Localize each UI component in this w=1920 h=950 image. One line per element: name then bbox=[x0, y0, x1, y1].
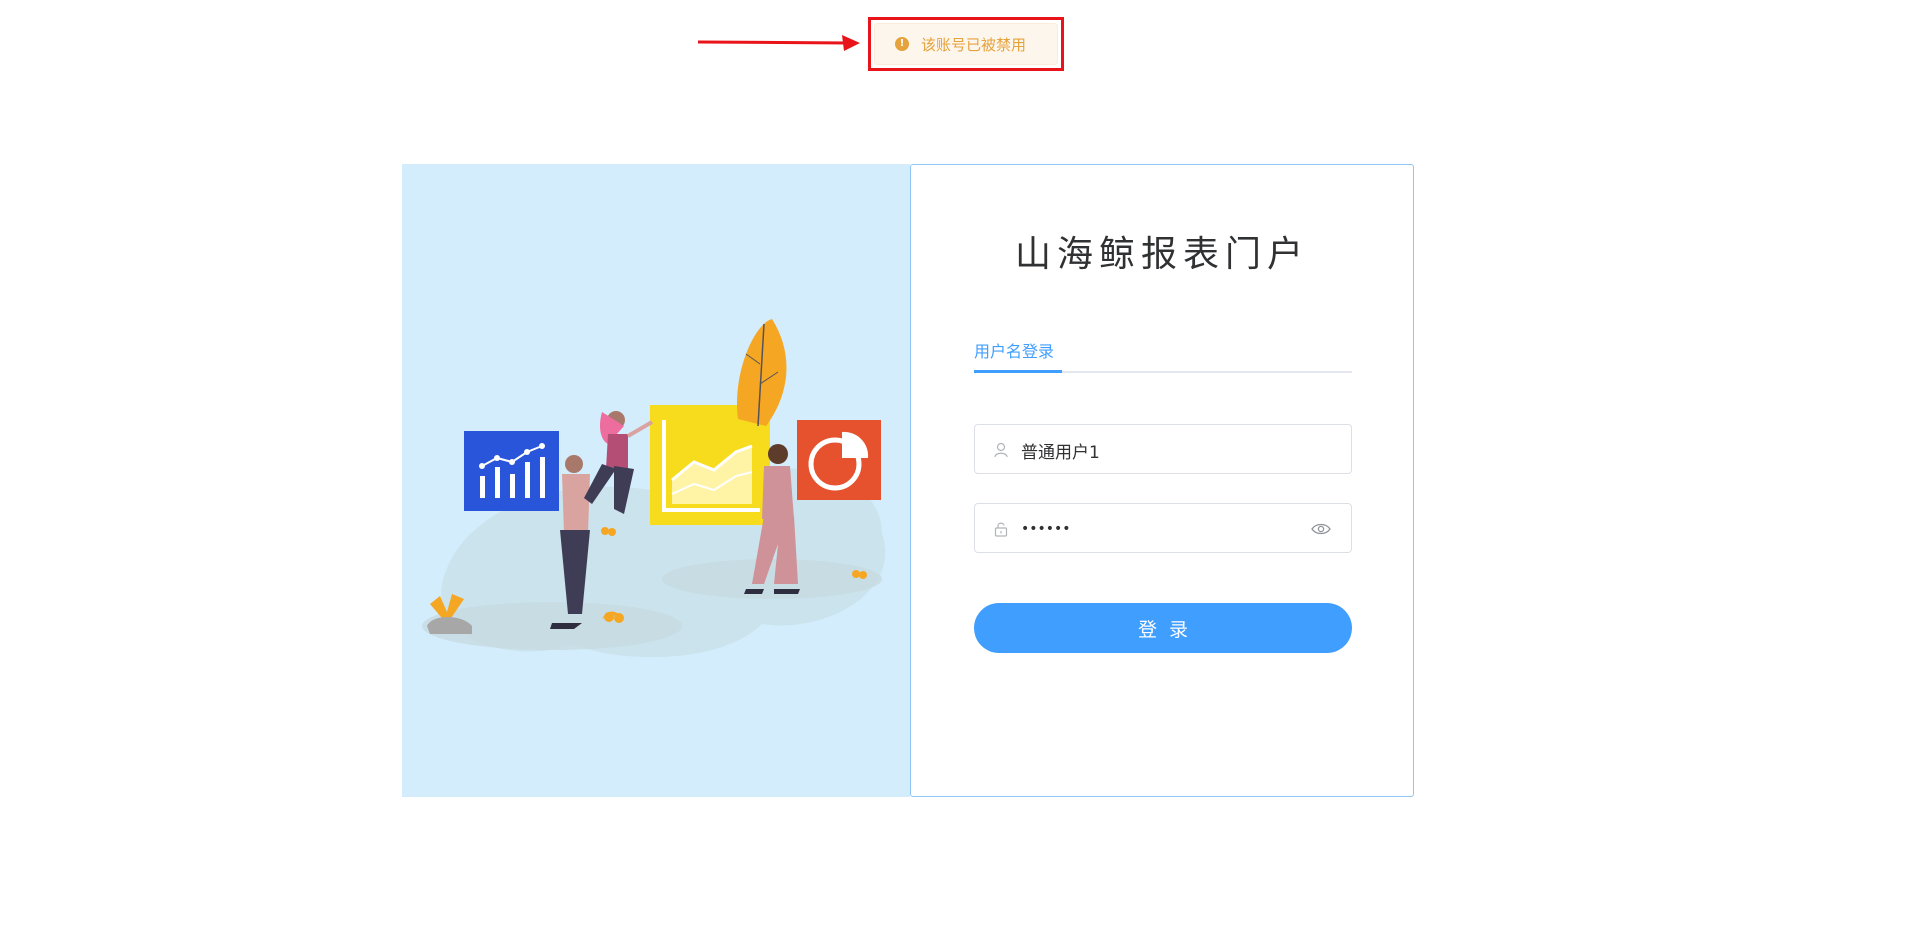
login-tabs: 用户名登录 bbox=[974, 341, 1352, 373]
data-report-illustration bbox=[422, 319, 886, 658]
annotation-arrow bbox=[697, 35, 860, 51]
login-button[interactable]: 登录 bbox=[974, 603, 1352, 653]
password-input-box[interactable] bbox=[974, 503, 1352, 554]
exclamation-circle-icon: ! bbox=[895, 37, 909, 51]
user-icon bbox=[994, 442, 1008, 458]
lock-icon bbox=[994, 522, 1008, 537]
warning-toast: ! 该账号已被禁用 bbox=[874, 23, 1058, 65]
password-field[interactable] bbox=[1019, 504, 1303, 554]
username-input-box[interactable] bbox=[974, 424, 1352, 475]
tab-username-login[interactable]: 用户名登录 bbox=[974, 341, 1054, 363]
eye-icon[interactable] bbox=[1311, 521, 1331, 537]
username-field[interactable] bbox=[1019, 425, 1303, 475]
login-page: ! 该账号已被禁用 山海鲸报表门户 用户名登录 普通用户1 •••••• 登录 bbox=[0, 0, 1920, 950]
login-form-panel: 山海鲸报表门户 用户名登录 普通用户1 •••••• 登录 bbox=[910, 164, 1414, 797]
tab-active-underline bbox=[974, 370, 1062, 373]
portal-title: 山海鲸报表门户 bbox=[1014, 234, 1309, 275]
toast-message: 该账号已被禁用 bbox=[921, 35, 1027, 54]
illustration-panel bbox=[402, 164, 910, 797]
login-card: 山海鲸报表门户 用户名登录 普通用户1 •••••• 登录 bbox=[402, 164, 1414, 797]
